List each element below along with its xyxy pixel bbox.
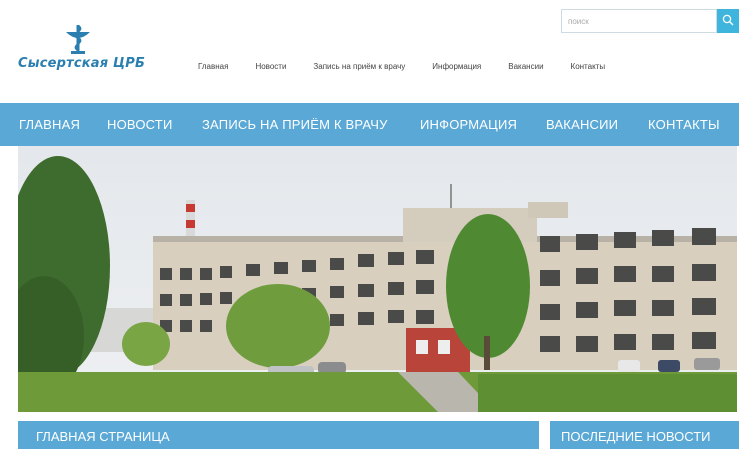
top-nav: Главная Новости Запись на приём к врачу … bbox=[198, 62, 605, 71]
search-box bbox=[561, 9, 739, 33]
top-nav-information[interactable]: Информация bbox=[432, 62, 481, 71]
top-nav-news[interactable]: Новости bbox=[255, 62, 286, 71]
main-nav-appointment[interactable]: ЗАПИСЬ НА ПРИЁМ К ВРАЧУ bbox=[202, 117, 388, 132]
main-nav-contacts[interactable]: КОНТАКТЫ bbox=[648, 117, 720, 132]
top-nav-vacancies[interactable]: Вакансии bbox=[508, 62, 543, 71]
top-nav-home[interactable]: Главная bbox=[198, 62, 228, 71]
site-logo[interactable]: Сысертская ЦРБ bbox=[18, 22, 148, 74]
caduceus-bowl-icon bbox=[60, 22, 96, 56]
main-nav-news[interactable]: НОВОСТИ bbox=[107, 117, 173, 132]
top-nav-contacts[interactable]: Контакты bbox=[571, 62, 606, 71]
search-input[interactable] bbox=[561, 9, 717, 33]
hero-hospital-photo bbox=[18, 146, 737, 412]
main-nav: ГЛАВНАЯ НОВОСТИ ЗАПИСЬ НА ПРИЁМ К ВРАЧУ … bbox=[0, 103, 739, 146]
search-icon bbox=[722, 14, 734, 29]
logo-text: Сысертская ЦРБ bbox=[18, 56, 146, 71]
main-section-header: ГЛАВНАЯ СТРАНИЦА bbox=[18, 421, 539, 449]
top-nav-appointment[interactable]: Запись на приём к врачу bbox=[313, 62, 405, 71]
search-button[interactable] bbox=[717, 9, 739, 33]
main-nav-home[interactable]: ГЛАВНАЯ bbox=[19, 117, 80, 132]
main-nav-vacancies[interactable]: ВАКАНСИИ bbox=[546, 117, 618, 132]
news-section-header: ПОСЛЕДНИЕ НОВОСТИ bbox=[550, 421, 739, 449]
main-nav-information[interactable]: ИНФОРМАЦИЯ bbox=[420, 117, 517, 132]
